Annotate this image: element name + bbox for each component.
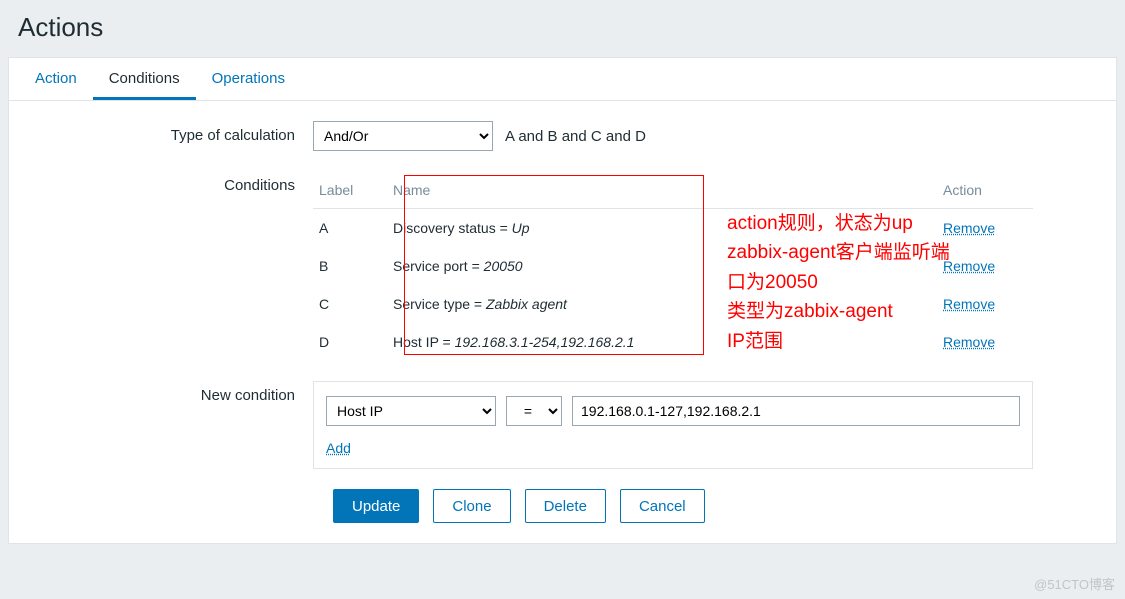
watermark: @51CTO博客	[1034, 574, 1115, 593]
tab-action[interactable]: Action	[19, 58, 93, 100]
condition-row: D Host IP = 192.168.3.1-254,192.168.2.1 …	[313, 323, 1033, 361]
clone-button[interactable]: Clone	[433, 489, 510, 523]
cond-name: Discovery status = Up	[393, 220, 943, 236]
condition-row: C Service type = Zabbix agent Remove	[313, 285, 1033, 323]
cond-name: Service port = 20050	[393, 258, 943, 274]
tab-conditions[interactable]: Conditions	[93, 58, 196, 100]
cond-label: B	[313, 258, 393, 274]
remove-link[interactable]: Remove	[943, 296, 995, 312]
remove-link[interactable]: Remove	[943, 258, 995, 274]
condition-row: B Service port = 20050 Remove	[313, 247, 1033, 285]
panel: Action Conditions Operations Type of cal…	[8, 57, 1117, 544]
select-condition-field[interactable]: Host IP	[326, 396, 496, 426]
header-action: Action	[943, 182, 1033, 198]
update-button[interactable]: Update	[333, 489, 419, 523]
cancel-button[interactable]: Cancel	[620, 489, 705, 523]
remove-link[interactable]: Remove	[943, 334, 995, 350]
tabs: Action Conditions Operations	[9, 58, 1116, 101]
select-condition-operator[interactable]: =	[506, 396, 562, 426]
row-calc: Type of calculation And/Or A and B and C…	[23, 121, 1102, 151]
cond-name: Service type = Zabbix agent	[393, 296, 943, 312]
calc-expression: A and B and C and D	[505, 128, 646, 145]
input-condition-value[interactable]	[572, 396, 1020, 426]
cond-name: Host IP = 192.168.3.1-254,192.168.2.1	[393, 334, 943, 350]
delete-button[interactable]: Delete	[525, 489, 606, 523]
label-conditions: Conditions	[23, 171, 313, 194]
form-body: Type of calculation And/Or A and B and C…	[9, 101, 1116, 543]
new-condition-box: Host IP = Add	[313, 381, 1033, 469]
page-title: Actions	[0, 0, 1125, 57]
row-newcondition: New condition Host IP = Add	[23, 381, 1102, 469]
conditions-table: Label Name Action A Discovery status = U…	[313, 171, 1033, 361]
conditions-header: Label Name Action	[313, 171, 1033, 209]
cond-label: D	[313, 334, 393, 350]
condition-row: A Discovery status = Up Remove	[313, 209, 1033, 247]
header-name: Name	[393, 182, 943, 198]
cond-label: A	[313, 220, 393, 236]
select-calc-type[interactable]: And/Or	[313, 121, 493, 151]
button-row: Update Clone Delete Cancel	[23, 489, 1102, 523]
cond-label: C	[313, 296, 393, 312]
label-calc: Type of calculation	[23, 121, 313, 144]
remove-link[interactable]: Remove	[943, 220, 995, 236]
label-newcondition: New condition	[23, 381, 313, 404]
tab-operations[interactable]: Operations	[196, 58, 301, 100]
add-link[interactable]: Add	[326, 440, 351, 456]
row-conditions: Conditions Label Name Action A Discovery…	[23, 171, 1102, 361]
header-label: Label	[313, 182, 393, 198]
